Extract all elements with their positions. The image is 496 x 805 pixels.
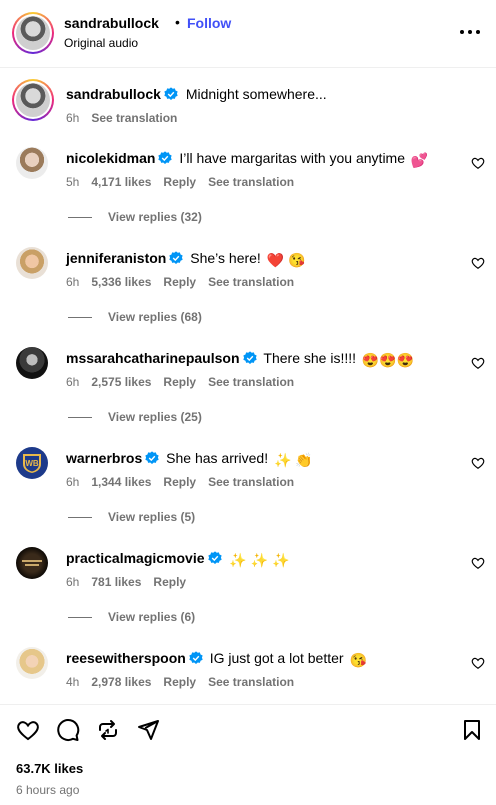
reply-button[interactable]: Reply: [163, 275, 196, 289]
heart-icon[interactable]: [471, 256, 485, 270]
verified-icon: [189, 651, 203, 664]
replies-line: [68, 217, 92, 218]
comment-text: She’s here!: [190, 250, 261, 266]
comment-avatar[interactable]: [16, 547, 48, 579]
replies-line: [68, 517, 92, 518]
reply-button[interactable]: Reply: [163, 375, 196, 389]
comment-emoji: ✨ ✨ ✨: [229, 552, 290, 568]
see-translation[interactable]: See translation: [208, 475, 294, 489]
comment-emoji: 😘: [349, 652, 367, 668]
post-footer: 63.7K likes 6 hours ago: [0, 704, 496, 805]
comment-avatar[interactable]: WB: [16, 447, 48, 479]
post-likes[interactable]: 63.7K likes: [16, 761, 83, 776]
see-translation[interactable]: See translation: [208, 175, 294, 189]
comment-row: mssarahcatharinepaulson There she is!!!!…: [0, 345, 496, 440]
view-replies-button[interactable]: View replies (5): [108, 510, 195, 524]
caption-avatar[interactable]: [12, 79, 54, 121]
comment-avatar[interactable]: [16, 247, 48, 279]
comment-time: 6h: [66, 275, 80, 289]
comment-likes[interactable]: 1,344 likes: [91, 475, 151, 489]
comment-likes[interactable]: 781 likes: [91, 575, 141, 589]
replies-line: [68, 617, 92, 618]
comment-username[interactable]: warnerbros: [66, 450, 142, 466]
caption-row: sandrabullock Midnight somewhere... 6h Se…: [0, 72, 496, 132]
reply-button[interactable]: Reply: [163, 675, 196, 689]
comment-text: There she is!!!!: [263, 350, 356, 366]
verified-icon: [207, 551, 222, 564]
comment-emoji: ❤️ 😘: [266, 252, 306, 268]
reply-button[interactable]: Reply: [163, 475, 196, 489]
heart-icon[interactable]: [471, 456, 485, 470]
comment-emoji: 😍😍😍: [361, 352, 415, 368]
caption-see-translation[interactable]: See translation: [91, 111, 177, 125]
heart-icon[interactable]: [471, 356, 485, 370]
comment-text: I’ll have margaritas with you anytime: [179, 150, 406, 166]
caption-username[interactable]: sandrabullock: [66, 86, 161, 102]
verified-icon: [158, 151, 173, 164]
comment-row: reesewitherspoon IG just got a lot bette…: [0, 645, 496, 700]
replies-line: [68, 317, 92, 318]
audio-label[interactable]: Original audio: [64, 36, 138, 50]
post-time: 6 hours ago: [16, 783, 80, 797]
comment-avatar[interactable]: [16, 347, 48, 379]
reply-button[interactable]: Reply: [153, 575, 186, 589]
view-replies-button[interactable]: View replies (32): [108, 210, 202, 224]
save-icon[interactable]: [460, 718, 484, 742]
view-replies-button[interactable]: View replies (68): [108, 310, 202, 324]
post-header: sandrabullock • Follow Original audio: [0, 0, 496, 68]
see-translation[interactable]: See translation: [208, 675, 294, 689]
comment-likes[interactable]: 4,171 likes: [91, 175, 151, 189]
comment-username[interactable]: mssarahcatharinepaulson: [66, 350, 240, 366]
heart-icon[interactable]: [471, 156, 485, 170]
comment-row: WB warnerbros She has arrived! ✨ 👏 6h 1,3…: [0, 445, 496, 540]
separator-dot: •: [175, 14, 180, 30]
comment-username[interactable]: reesewitherspoon: [66, 650, 186, 666]
comment-row: practicalmagicmovie ✨ ✨ ✨ 6h 781 likes Rep…: [0, 545, 496, 640]
repost-icon[interactable]: [96, 718, 120, 742]
replies-line: [68, 417, 92, 418]
comment-text: IG just got a lot better: [209, 650, 344, 666]
comment-icon[interactable]: [56, 718, 80, 742]
warnerbros-logo: WB: [23, 454, 41, 473]
comment-time: 6h: [66, 475, 80, 489]
comment-likes[interactable]: 2,575 likes: [91, 375, 151, 389]
comment-time: 6h: [66, 375, 80, 389]
see-translation[interactable]: See translation: [208, 375, 294, 389]
comment-time: 5h: [66, 175, 80, 189]
heart-icon[interactable]: [471, 656, 485, 670]
comment-time: 6h: [66, 575, 80, 589]
verified-icon: [145, 451, 159, 464]
share-icon[interactable]: [136, 718, 160, 742]
svg-text:WB: WB: [25, 459, 39, 468]
comment-time: 4h: [66, 675, 80, 689]
verified-icon: [242, 351, 257, 364]
comment-likes[interactable]: 5,336 likes: [91, 275, 151, 289]
more-icon[interactable]: [458, 24, 482, 38]
verified-icon: [169, 251, 184, 264]
comment-username[interactable]: practicalmagicmovie: [66, 550, 205, 566]
caption-text: Midnight somewhere...: [185, 86, 327, 102]
caption-time: 6h: [66, 111, 80, 125]
comment-username[interactable]: jenniferaniston: [66, 250, 166, 266]
verified-icon: [164, 87, 178, 100]
practicalmagic-logo: [22, 560, 42, 566]
heart-icon[interactable]: [471, 556, 485, 570]
comment-emoji: 💕: [410, 152, 429, 168]
comment-row: nicolekidman I’ll have margaritas with y…: [0, 145, 496, 240]
comment-emoji: ✨ 👏: [273, 452, 313, 468]
comment-text: She has arrived!: [166, 450, 269, 466]
view-replies-button[interactable]: View replies (25): [108, 410, 202, 424]
follow-button[interactable]: Follow: [187, 15, 231, 31]
view-replies-button[interactable]: View replies (6): [108, 610, 195, 624]
author-avatar[interactable]: [12, 12, 54, 54]
reply-button[interactable]: Reply: [163, 175, 196, 189]
comment-username[interactable]: nicolekidman: [66, 150, 155, 166]
comment-avatar[interactable]: [16, 147, 48, 179]
comment-avatar[interactable]: [16, 647, 48, 679]
see-translation[interactable]: See translation: [208, 275, 294, 289]
comment-likes[interactable]: 2,978 likes: [91, 675, 151, 689]
heart-icon[interactable]: [16, 718, 40, 742]
author-username[interactable]: sandrabullock: [64, 15, 159, 31]
comment-row: jenniferaniston She’s here! ❤️ 😘 6h 5,336…: [0, 245, 496, 340]
